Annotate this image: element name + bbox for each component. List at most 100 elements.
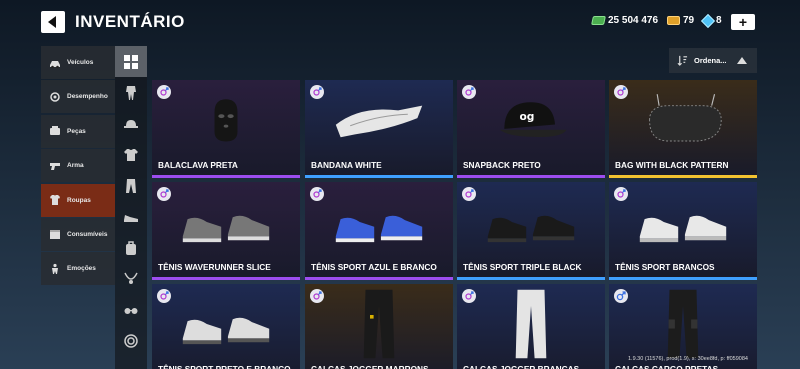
item-name: CALÇAS JOGGER MARRONS: [311, 364, 429, 369]
gun-icon: [49, 160, 61, 172]
svg-text:og: og: [519, 110, 534, 123]
gender-badge: [310, 289, 324, 303]
sidebar-item-6[interactable]: Emoções: [41, 252, 115, 286]
gold-amount: 79: [683, 15, 695, 26]
item-image: [305, 284, 453, 364]
sidebar-item-4[interactable]: Roupas: [41, 183, 115, 217]
gem-amount: 8: [716, 15, 722, 26]
sidebar-item-label: Emoções: [67, 265, 96, 273]
sort-button[interactable]: Ordena...: [669, 48, 757, 73]
sidebar-item-label: Roupas: [67, 196, 91, 204]
item-card[interactable]: CALÇAS JOGGER BRANCAS: [457, 284, 605, 369]
back-button[interactable]: [41, 11, 65, 33]
gem-balance: 8: [700, 13, 722, 28]
category-tab-0[interactable]: [115, 46, 147, 77]
category-tab-4[interactable]: [115, 170, 147, 201]
category-tab-6[interactable]: [115, 232, 147, 263]
person-icon: [49, 263, 61, 275]
unisex-icon: [313, 189, 322, 198]
back-arrow-icon: [48, 16, 56, 28]
male-icon: [616, 291, 626, 301]
unisex-icon: [160, 87, 169, 96]
gold-balance: 79: [667, 15, 694, 26]
item-image: [457, 182, 605, 262]
item-name: CALÇAS JOGGER BRANCAS: [463, 364, 580, 369]
gender-badge: [614, 85, 628, 99]
item-card[interactable]: TÊNIS SPORT BRANCOS: [609, 182, 757, 280]
glasses-icon: [124, 307, 138, 314]
shirt-icon: [124, 148, 138, 161]
backpack-icon: [126, 240, 136, 255]
item-image: [305, 80, 453, 160]
hat-icon: [124, 119, 138, 128]
item-image: [609, 80, 757, 160]
category-tab-9[interactable]: [115, 325, 147, 356]
gender-badge: [462, 289, 476, 303]
item-card[interactable]: og SNAPBACK PRETO: [457, 80, 605, 178]
unisex-icon: [465, 189, 474, 198]
cash-balance: 25 504 476: [591, 15, 658, 26]
item-image: [152, 284, 300, 364]
item-card[interactable]: TÊNIS SPORT PRETO E BRANCO: [152, 284, 300, 369]
item-card[interactable]: CALÇAS JOGGER MARRONS: [305, 284, 453, 369]
unisex-icon: [313, 87, 322, 96]
gold-icon: [667, 16, 680, 25]
category-tab-3[interactable]: [115, 139, 147, 170]
rarity-bar: [305, 175, 453, 178]
shirt-icon: [49, 194, 61, 206]
top-bar: INVENTÁRIO 25 504 476 79 8 +: [0, 0, 800, 44]
sidebar-item-label: Arma: [67, 162, 84, 170]
rarity-bar: [305, 277, 453, 280]
item-image: [152, 80, 300, 160]
item-card[interactable]: TÊNIS SPORT TRIPLE BLACK: [457, 182, 605, 280]
unisex-icon: [617, 87, 626, 96]
sidebar-item-label: Consumíveis: [67, 230, 108, 238]
sort-label: Ordena...: [694, 56, 727, 65]
target-icon: [124, 333, 138, 348]
sidebar-item-3[interactable]: Arma: [41, 149, 115, 183]
sidebar-item-5[interactable]: Consumíveis: [41, 217, 115, 251]
cash-icon: [591, 16, 606, 25]
gender-badge: [157, 187, 171, 201]
category-tab-5[interactable]: [115, 201, 147, 232]
item-image: [609, 182, 757, 262]
unisex-icon: [465, 291, 474, 300]
rarity-bar: [152, 277, 300, 280]
item-card[interactable]: BALACLAVA PRETA: [152, 80, 300, 178]
gender-badge: [310, 187, 324, 201]
shoe-icon: [124, 214, 138, 222]
item-card[interactable]: BANDANA WHITE: [305, 80, 453, 178]
unisex-icon: [465, 87, 474, 96]
car-icon: [49, 57, 61, 69]
category-bar: [115, 46, 147, 369]
category-tab-2[interactable]: [115, 108, 147, 139]
unisex-icon: [160, 291, 169, 300]
item-image: [152, 182, 300, 262]
sidebar-item-label: Desempenho: [67, 93, 108, 101]
rarity-bar: [152, 175, 300, 178]
gender-badge: [614, 289, 628, 303]
item-card[interactable]: TÊNIS WAVERUNNER SLICE: [152, 182, 300, 280]
category-tab-8[interactable]: [115, 294, 147, 325]
parts-icon: [49, 125, 61, 137]
engine-icon: [49, 91, 61, 103]
diamond-icon: [700, 13, 716, 28]
sidebar-item-2[interactable]: Peças: [41, 114, 115, 148]
sidebar-item-0[interactable]: Veículos: [41, 46, 115, 79]
item-image: [609, 284, 757, 364]
item-image: og: [457, 80, 605, 160]
necklace-icon: [124, 272, 138, 284]
sidebar-item-1[interactable]: Desempenho: [41, 80, 115, 114]
unisex-icon: [313, 291, 322, 300]
category-tab-7[interactable]: [115, 263, 147, 294]
triangle-up-icon: [737, 57, 747, 64]
category-tab-1[interactable]: [115, 77, 147, 108]
sidebar-item-label: Veículos: [67, 59, 94, 66]
item-card[interactable]: BAG WITH BLACK PATTERN: [609, 80, 757, 178]
add-currency-button[interactable]: +: [731, 14, 755, 30]
sidebar: Veículos Desempenho Peças Arma Roupas Consumí…: [41, 46, 115, 287]
sidebar-item-label: Peças: [67, 127, 86, 135]
item-card[interactable]: TÊNIS SPORT AZUL E BRANCO: [305, 182, 453, 280]
rarity-bar: [457, 277, 605, 280]
page-title: INVENTÁRIO: [75, 12, 185, 31]
